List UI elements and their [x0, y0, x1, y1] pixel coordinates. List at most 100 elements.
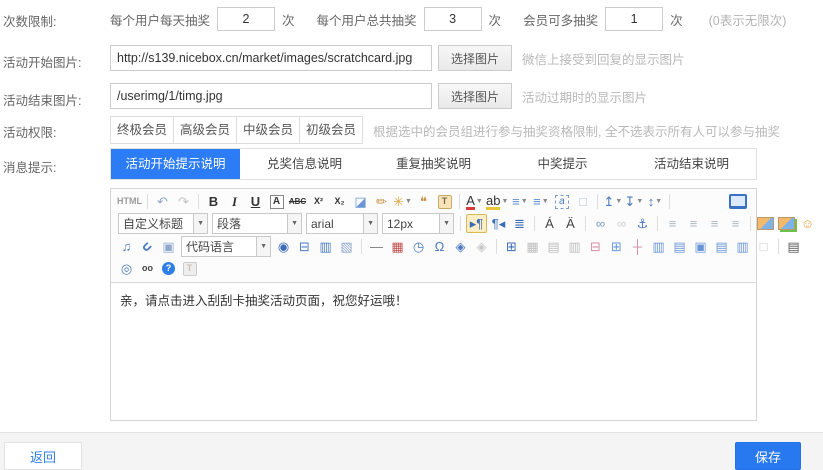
member-option-ultimate[interactable]: 终极会员 — [110, 116, 174, 144]
attachment-icon[interactable]: ∪ — [138, 237, 157, 256]
split-cell-icon[interactable]: ┼ — [628, 237, 647, 256]
print-icon[interactable]: ▤ — [784, 237, 803, 256]
anchor-inline-icon[interactable]: a — [552, 192, 571, 211]
horizontal-rule-icon[interactable]: — — [367, 237, 386, 256]
indent-icon[interactable]: ≣ — [510, 214, 529, 233]
table-sort-icon[interactable]: ▥ — [565, 237, 584, 256]
daily-draw-suffix: 次 — [282, 10, 295, 29]
save-button[interactable]: 保存 — [735, 442, 801, 470]
code-language-select[interactable]: 代码语言▼ — [181, 236, 271, 257]
back-button[interactable]: 返回 — [4, 442, 82, 470]
member-option-senior[interactable]: 高级会员 — [173, 116, 237, 144]
insert-table-icon[interactable]: ⊞ — [502, 237, 521, 256]
insert-image-icon[interactable] — [756, 214, 775, 233]
paragraph-select[interactable]: 段落▼ — [212, 213, 302, 234]
paragraph-space-before-icon[interactable]: ↥▼ — [603, 192, 622, 211]
undo-icon[interactable]: ↶ — [153, 192, 172, 211]
chevron-down-icon: ▼ — [521, 198, 528, 205]
columns-icon[interactable]: ▥ — [316, 237, 335, 256]
tab-activity-start-tip[interactable]: 活动开始提示说明 — [111, 149, 240, 179]
align-right-icon[interactable]: ≡ — [705, 214, 724, 233]
table-title-icon[interactable]: ▤ — [544, 237, 563, 256]
font-color-icon[interactable]: A▼ — [465, 192, 484, 211]
insert-map-icon[interactable]: ◈ — [451, 237, 470, 256]
doc-template-icon[interactable]: □ — [754, 237, 773, 256]
auto-typeset-icon[interactable]: ✳▼ — [393, 192, 412, 211]
dir-rtl-icon[interactable]: ¶◂ — [489, 214, 508, 233]
insert-col-icon[interactable]: ⊞ — [607, 237, 626, 256]
blockquote-icon[interactable]: ❝ — [414, 192, 433, 211]
strikethrough-icon[interactable]: ABC — [288, 192, 307, 211]
dir-ltr-icon[interactable]: ▸¶ — [466, 214, 487, 233]
find-replace-icon[interactable]: oo — [138, 259, 157, 278]
align-left-icon[interactable]: ≡ — [663, 214, 682, 233]
link-icon[interactable]: ∞ — [591, 214, 610, 233]
split-cols-icon[interactable]: ▥ — [733, 237, 752, 256]
bordered-text-icon[interactable]: A — [267, 192, 286, 211]
special-char-icon[interactable]: Ω — [430, 237, 449, 256]
merge-cells-icon[interactable]: ▣ — [691, 237, 710, 256]
end-image-pick-button[interactable]: 选择图片 — [438, 83, 512, 109]
line-spacing-icon[interactable]: ↕▼ — [645, 192, 664, 211]
tab-repeat-draw[interactable]: 重复抽奖说明 — [369, 149, 498, 179]
italic-icon[interactable]: I — [225, 192, 244, 211]
tab-activity-end[interactable]: 活动结束说明 — [627, 149, 756, 179]
unordered-list-icon[interactable]: ≡▼ — [531, 192, 550, 211]
bold-icon[interactable]: B — [204, 192, 223, 211]
font-family-select[interactable]: arial▼ — [306, 213, 378, 234]
letter-spacing-icon[interactable]: Á — [540, 214, 559, 233]
insert-frame-icon[interactable]: ▣ — [159, 237, 178, 256]
superscript-icon[interactable]: X² — [309, 192, 328, 211]
paste-icon[interactable]: T — [180, 259, 199, 278]
delete-table-icon[interactable]: ▦ — [523, 237, 542, 256]
member-extra-draw-input[interactable] — [605, 7, 663, 31]
scrawl-icon[interactable] — [819, 214, 823, 233]
help-icon[interactable]: ? — [159, 259, 178, 278]
merge-right-icon[interactable]: ▥ — [649, 237, 668, 256]
heading-select[interactable]: 自定义标题▼ — [118, 213, 208, 234]
paste-plain-icon[interactable]: T — [435, 192, 454, 211]
insert-code-icon[interactable]: ◉ — [274, 237, 293, 256]
music-icon[interactable]: ♫ — [117, 237, 136, 256]
format-brush-icon[interactable]: ✏ — [372, 192, 391, 211]
start-image-url-input[interactable] — [110, 45, 432, 71]
align-justify-icon[interactable]: ≡ — [726, 214, 745, 233]
emotion-icon[interactable]: ☺ — [798, 214, 817, 233]
member-option-middle[interactable]: 中级会员 — [236, 116, 300, 144]
eraser-icon[interactable]: ◪ — [351, 192, 370, 211]
tab-winning-tip[interactable]: 中奖提示 — [498, 149, 627, 179]
tab-redeem-info[interactable]: 兑奖信息说明 — [240, 149, 369, 179]
snapscreen-icon[interactable] — [777, 214, 796, 233]
start-image-pick-button[interactable]: 选择图片 — [438, 45, 512, 71]
merge-down-icon[interactable]: ▤ — [670, 237, 689, 256]
source-code-icon[interactable]: HTML — [117, 192, 142, 211]
anchor-icon[interactable]: ⚓ — [633, 214, 652, 233]
insert-row-icon[interactable]: ⊟ — [586, 237, 605, 256]
unlink-icon[interactable]: ∞ — [612, 214, 631, 233]
total-draw-input[interactable] — [424, 7, 482, 31]
form-row-message-tabs: 消息提示: 活动开始提示说明 兑奖信息说明 重复抽奖说明 中奖提示 活动结束说明 — [0, 148, 823, 180]
highlight-color-icon[interactable]: ab▼ — [486, 192, 508, 211]
member-option-junior[interactable]: 初级会员 — [299, 116, 363, 144]
word-spacing-icon[interactable]: Ä — [561, 214, 580, 233]
snapshot-icon[interactable]: ▧ — [337, 237, 356, 256]
preview-icon[interactable]: ◎ — [117, 259, 136, 278]
underline-icon[interactable]: U — [246, 192, 265, 211]
blank-page-icon[interactable]: □ — [573, 192, 592, 211]
font-size-select[interactable]: 12px▼ — [382, 213, 454, 234]
align-center-icon[interactable]: ≡ — [684, 214, 703, 233]
redo-icon[interactable]: ↷ — [174, 192, 193, 211]
form-row-limit: 次数限制: 每个用户每天抽奖 次 每个用户总共抽奖 次 会员可多抽奖 次 (0表… — [0, 7, 823, 31]
paragraph-space-after-icon[interactable]: ↧▼ — [624, 192, 643, 211]
insert-gmap-icon[interactable]: ◈ — [472, 237, 491, 256]
editor-content[interactable]: 亲，请点击进入刮刮卡抽奖活动页面，祝您好运哦！ — [111, 282, 756, 420]
daily-draw-input[interactable] — [217, 7, 275, 31]
ordered-list-icon[interactable]: ≡▼ — [510, 192, 529, 211]
fullscreen-icon[interactable] — [728, 192, 747, 211]
insert-date-icon[interactable]: ▦ — [388, 237, 407, 256]
insert-time-icon[interactable]: ◷ — [409, 237, 428, 256]
split-rows-icon[interactable]: ▤ — [712, 237, 731, 256]
end-image-url-input[interactable] — [110, 83, 432, 109]
subscript-icon[interactable]: X₂ — [330, 192, 349, 211]
page-break-icon[interactable]: ⊟ — [295, 237, 314, 256]
